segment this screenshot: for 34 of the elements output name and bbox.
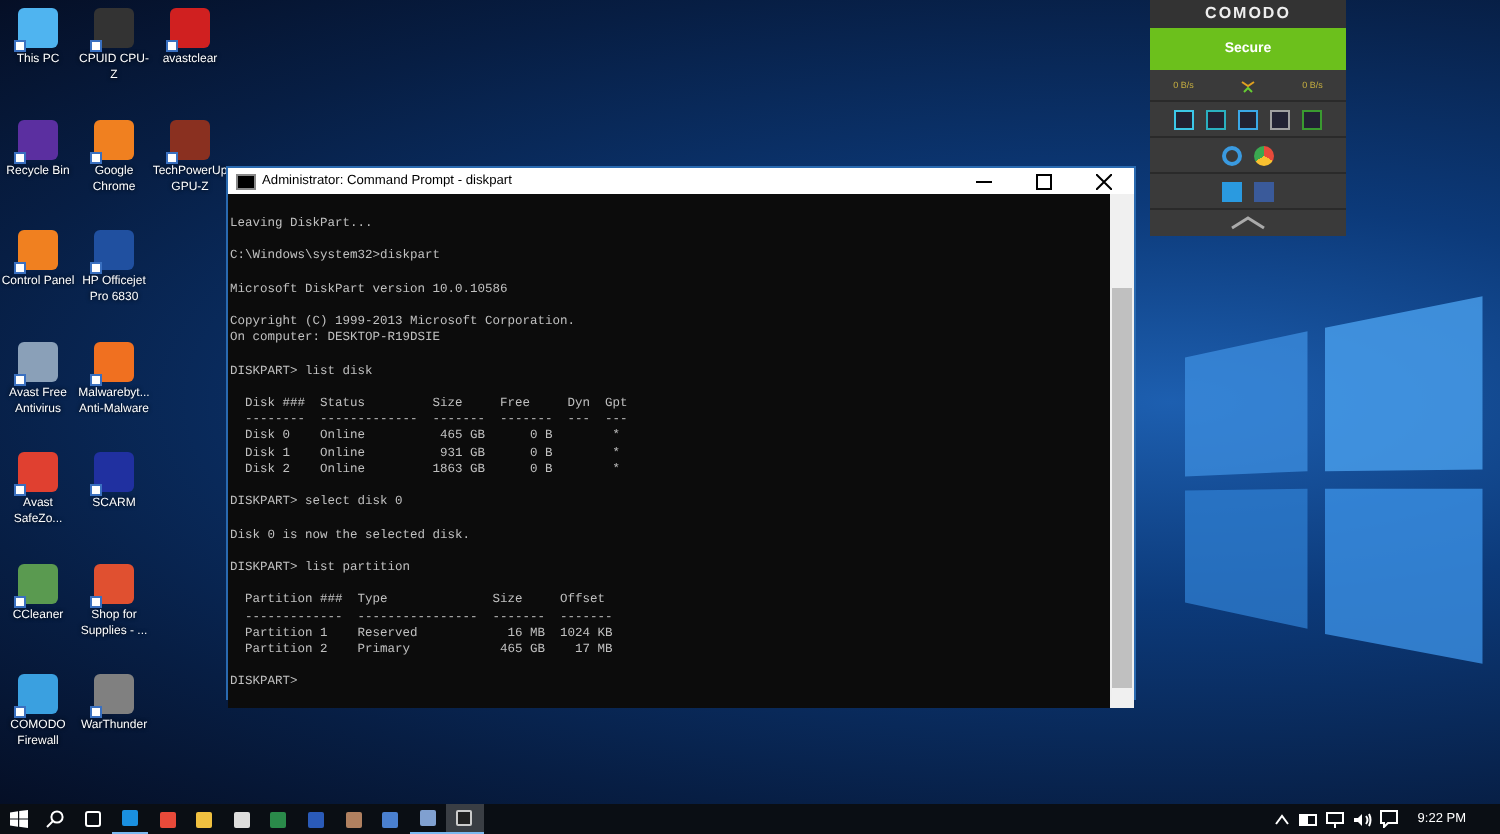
app-icon [159,811,176,827]
taskbar-app-button[interactable] [111,804,149,834]
search-icon [46,810,65,828]
speaker-icon[interactable] [1351,811,1372,827]
notification-icon[interactable] [1379,810,1398,828]
close-icon [1096,173,1112,189]
taskbar-app-button[interactable] [446,804,484,834]
app-icon [382,811,399,827]
console-icon [236,173,256,189]
app-icon [456,810,473,826]
collapse-icon[interactable] [1230,216,1266,230]
app-icon[interactable] [18,452,58,492]
app-icon[interactable] [18,341,58,381]
maximize-icon [1036,173,1052,189]
app-icon[interactable] [94,8,134,48]
app-icon [270,811,287,827]
app-icon [122,810,139,826]
app-icon [196,811,213,827]
app-icon[interactable] [170,8,210,48]
battery-icon[interactable] [1297,813,1318,825]
app-icon [233,811,250,827]
scrollbar-thumb[interactable] [1112,287,1132,688]
app-icon[interactable] [94,119,134,159]
network-icon[interactable] [1325,811,1344,827]
task-view-icon [83,810,102,828]
chevron-icon [1240,77,1256,93]
app-icon [308,811,325,827]
app-icon[interactable] [94,230,134,270]
app-icon [345,811,362,827]
app-icon [419,810,436,826]
chevron-up-icon[interactable] [1273,813,1290,825]
widget-brand: COMODO [1150,0,1346,28]
app-icon[interactable] [94,452,134,492]
windows-start-icon [9,810,28,828]
